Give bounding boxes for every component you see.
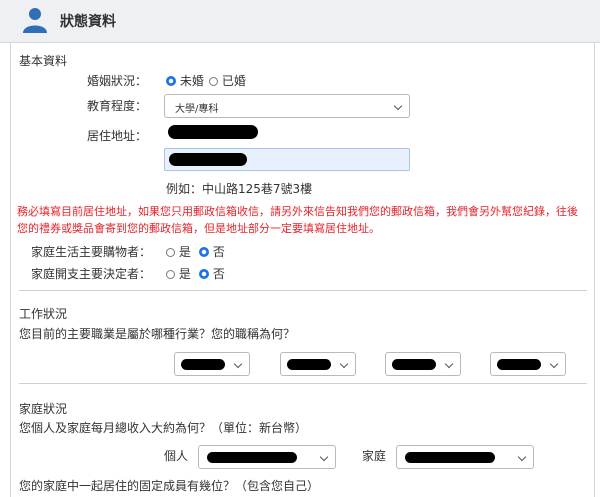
radio-selected-icon: [166, 76, 176, 86]
subindustry-redacted: [287, 359, 331, 370]
address-input-redacted: [169, 153, 247, 166]
page-title: 狀態資料: [60, 14, 116, 30]
section-header: 狀態資料: [0, 0, 600, 43]
education-select-value: 大學/專科: [175, 104, 219, 115]
position-select[interactable]: [490, 352, 566, 376]
chevron-down-icon: [444, 359, 454, 369]
education-select[interactable]: 大學/專科: [164, 94, 410, 118]
chevron-down-icon: [233, 359, 243, 369]
education-label: 教育程度：: [87, 99, 148, 113]
work-question: 您目前的主要職業是屬於哪種行業？您的職稱為何？: [19, 327, 296, 341]
radio-empty-icon: [209, 77, 218, 86]
shopper-yes-label: 是: [178, 245, 191, 259]
shopper-label: 家庭生活主要購物者：: [31, 245, 152, 259]
radio-selected-icon: [199, 269, 209, 279]
basic-section-title: 基本資料: [19, 54, 68, 68]
form-panel: 基本資料 婚姻狀況： 未婚 已婚 教育程度： 大學/專科 居住地址： 例如：中山…: [10, 43, 595, 497]
decider-yes-label: 是: [178, 267, 191, 281]
marital-label: 婚姻狀況：: [87, 74, 148, 88]
address-warning: 務必填寫目前居住地址，如果您只用郵政信箱收信，請另外來信告知我們您的郵政信箱，我…: [17, 205, 578, 235]
decider-no-label: 否: [212, 267, 225, 281]
marital-radio-married[interactable]: 已婚: [209, 72, 246, 89]
divider: [19, 290, 587, 291]
shopper-radio-yes[interactable]: 是: [166, 243, 191, 260]
industry-select[interactable]: [174, 352, 250, 376]
decider-label: 家庭開支主要決定者：: [31, 267, 152, 281]
jobtitle-select[interactable]: [385, 352, 461, 376]
work-section-title: 工作狀況: [19, 307, 68, 321]
household-income-select[interactable]: [396, 445, 534, 469]
address-redacted: [168, 125, 258, 139]
personal-income-redacted: [207, 452, 297, 463]
industry-redacted: [181, 359, 225, 370]
position-redacted: [497, 359, 541, 370]
address-example: 例如：中山路125巷7號3樓: [166, 182, 313, 196]
chevron-down-icon: [393, 101, 403, 111]
shopper-no-label: 否: [212, 245, 225, 259]
family-section-title: 家庭狀況: [19, 402, 68, 416]
subindustry-select[interactable]: [280, 352, 356, 376]
address-label: 居住地址：: [87, 129, 148, 143]
chevron-down-icon: [339, 359, 349, 369]
income-question: 您個人及家庭每月總收入大約為何？（單位：新台幣）: [19, 421, 308, 435]
household-income-redacted: [405, 452, 495, 463]
members-question: 您的家庭中一起居住的固定成員有幾位？（包含您自己）: [19, 479, 320, 493]
shopper-radio-no[interactable]: 否: [199, 243, 225, 260]
decider-radio-no[interactable]: 否: [199, 265, 225, 282]
radio-empty-icon: [166, 248, 175, 257]
chevron-down-icon: [517, 452, 527, 462]
radio-selected-icon: [199, 247, 209, 257]
chevron-down-icon: [319, 452, 329, 462]
decider-radio-yes[interactable]: 是: [166, 265, 191, 282]
marital-option-married-label: 已婚: [221, 74, 246, 88]
address-input[interactable]: [164, 148, 410, 171]
radio-empty-icon: [166, 270, 175, 279]
jobtitle-redacted: [392, 359, 436, 370]
personal-income-select[interactable]: [198, 445, 336, 469]
chevron-down-icon: [549, 359, 559, 369]
marital-radio-single[interactable]: 未婚: [166, 72, 204, 89]
household-income-label: 家庭: [362, 449, 387, 463]
marital-option-single-label: 未婚: [179, 74, 204, 88]
user-icon: [23, 8, 47, 33]
divider: [19, 383, 587, 384]
personal-income-label: 個人: [164, 449, 189, 463]
